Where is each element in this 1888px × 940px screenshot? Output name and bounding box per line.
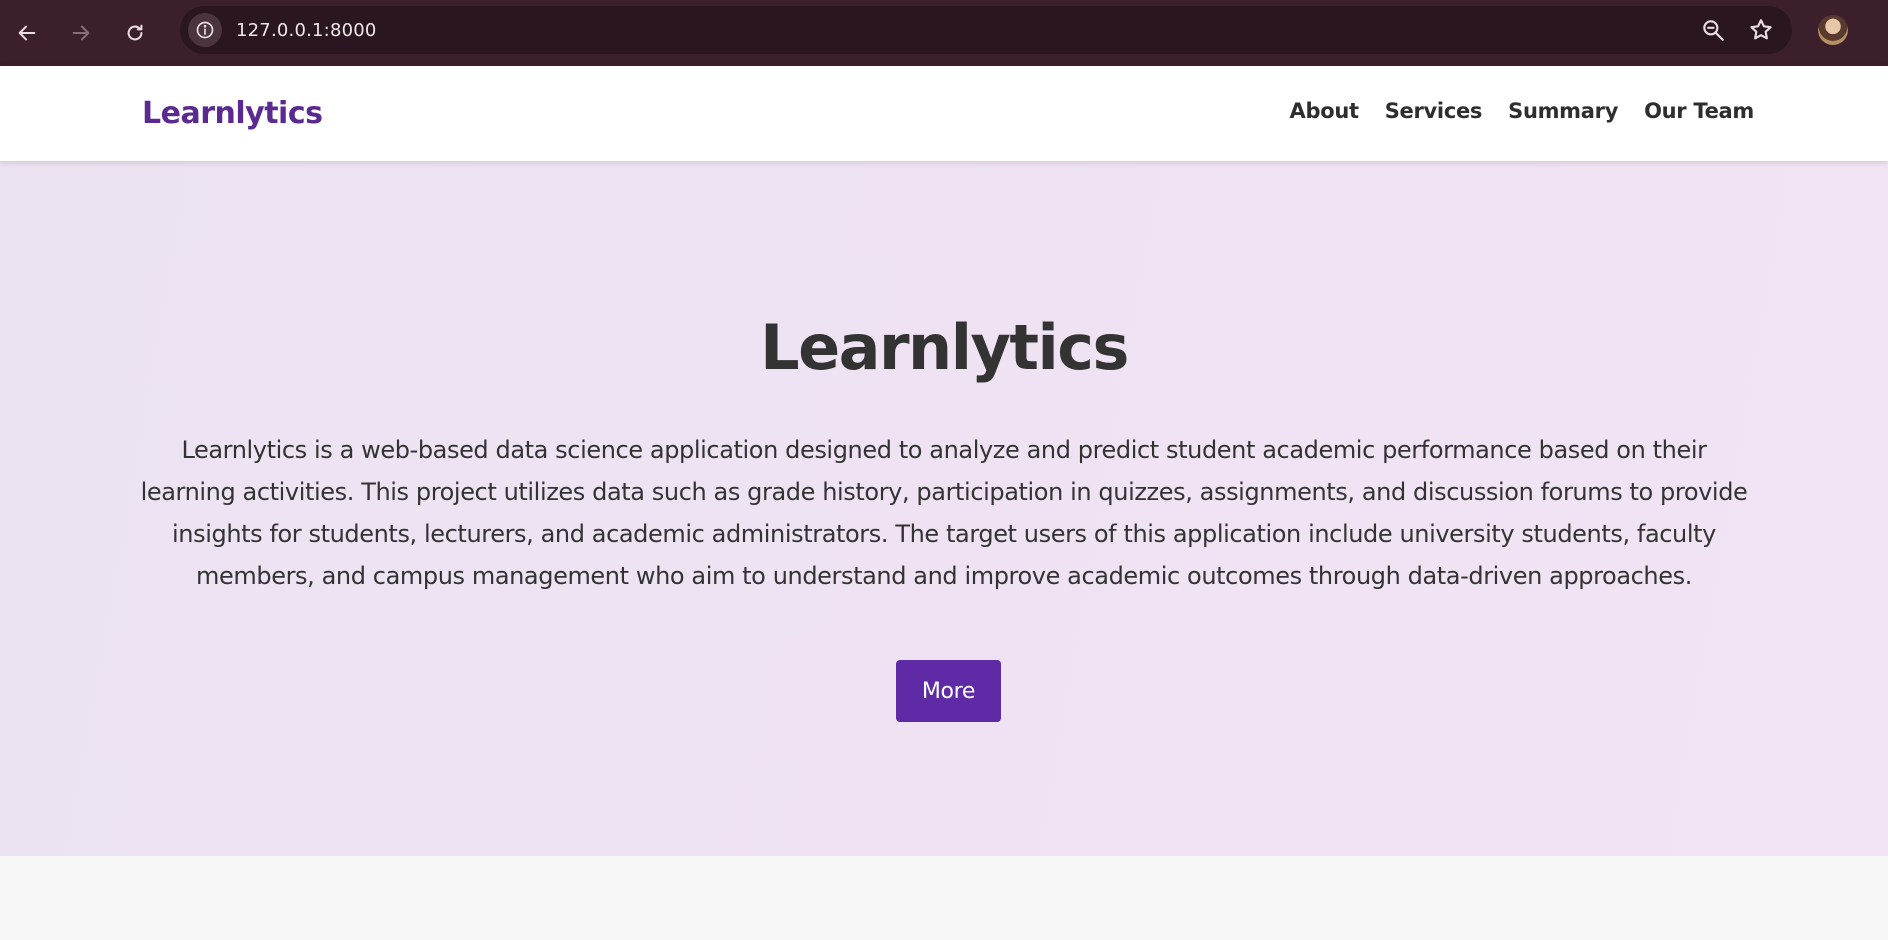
back-arrow-icon — [18, 25, 36, 41]
bookmark-star-icon[interactable] — [1748, 17, 1774, 43]
nav-link-services[interactable]: Services — [1385, 99, 1483, 123]
profile-avatar[interactable] — [1818, 15, 1848, 45]
browser-toolbar: 127.0.0.1:8000 ⋮ — [0, 0, 1888, 66]
menu-dots-icon[interactable]: ⋮ — [1880, 13, 1888, 35]
back-button[interactable] — [0, 0, 54, 66]
site-info-icon — [196, 21, 214, 39]
reload-icon — [127, 24, 143, 41]
forward-arrow-icon — [72, 25, 90, 41]
forward-button[interactable] — [54, 0, 108, 66]
site-header: Learnlytics About Services Summary Our T… — [0, 66, 1888, 161]
address-bar-actions — [1700, 6, 1774, 54]
site-info-button[interactable] — [188, 13, 222, 47]
brand-logo[interactable]: Learnlytics — [142, 96, 323, 131]
hero-title: Learnlytics — [760, 311, 1129, 384]
main-nav: About Services Summary Our Team — [1290, 99, 1755, 123]
reload-button[interactable] — [108, 0, 162, 66]
nav-link-summary[interactable]: Summary — [1508, 99, 1618, 123]
hero-section: Learnlytics Learnlytics is a web-based d… — [0, 161, 1888, 856]
nav-link-about[interactable]: About — [1290, 99, 1360, 123]
zoom-icon[interactable] — [1700, 17, 1726, 43]
more-button[interactable]: More — [896, 660, 1001, 722]
address-bar[interactable]: 127.0.0.1:8000 — [180, 6, 1792, 54]
nav-link-our-team[interactable]: Our Team — [1644, 99, 1754, 123]
url-text[interactable]: 127.0.0.1:8000 — [236, 20, 377, 41]
hero-description: Learnlytics is a web-based data science … — [140, 436, 1748, 590]
